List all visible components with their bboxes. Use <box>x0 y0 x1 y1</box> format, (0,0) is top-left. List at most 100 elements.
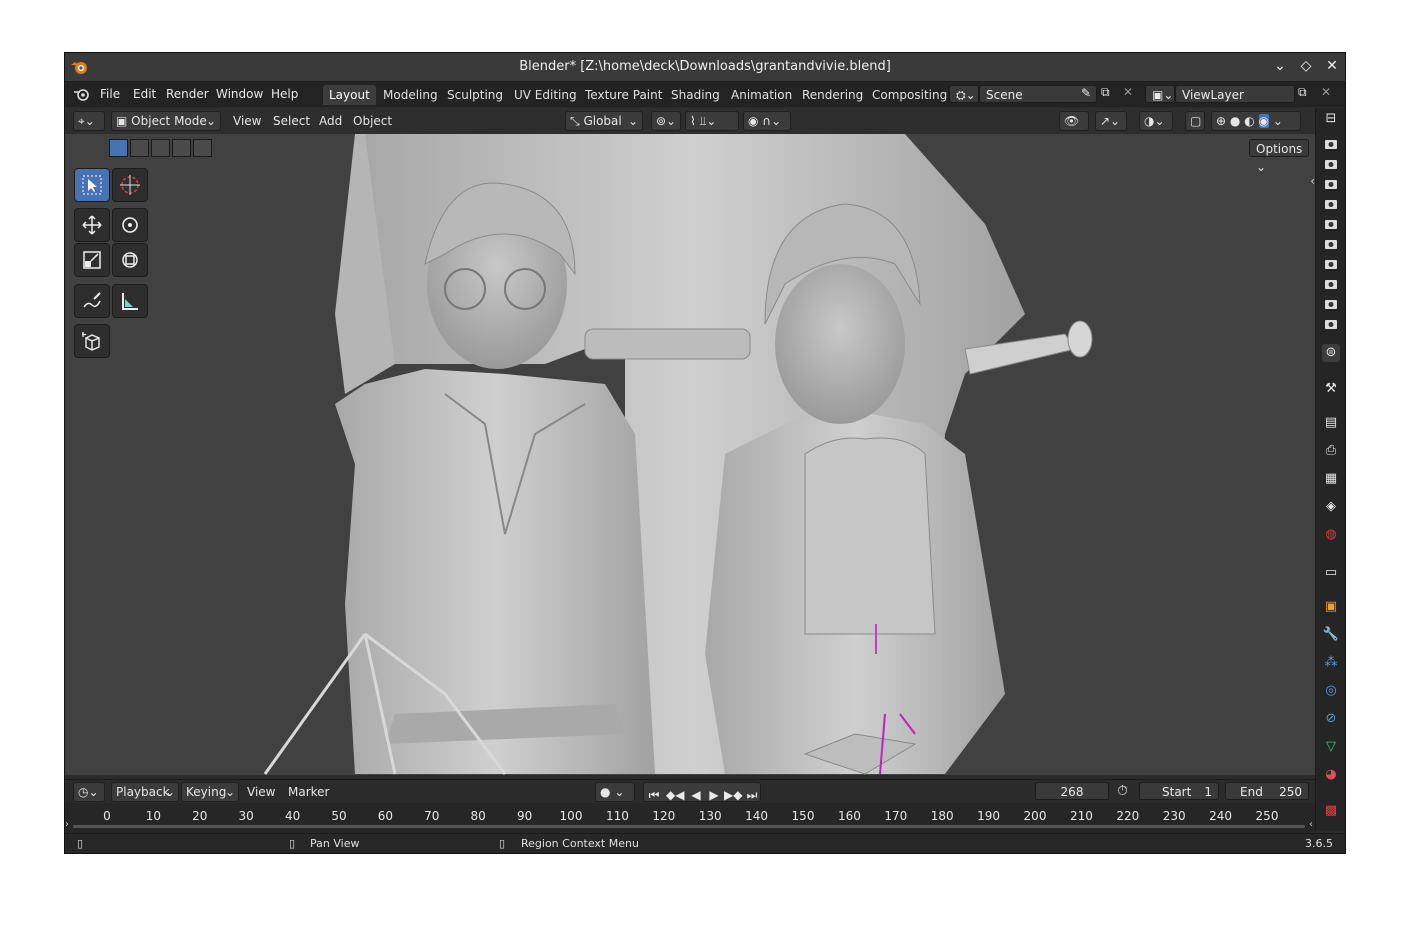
menu-render[interactable]: Render <box>166 87 209 101</box>
gizmo-toggle[interactable]: ↗⌄ <box>1095 111 1127 131</box>
orientation-dropdown[interactable]: ⤡ Global ⌄ <box>565 111 643 131</box>
timeline-scrollbar[interactable] <box>73 825 1305 828</box>
snap-dropdown[interactable]: ⌇ ⫫⌄ <box>685 111 739 131</box>
jump-start-icon[interactable]: ⏮ <box>646 787 662 803</box>
select-invert-icon[interactable] <box>172 139 191 157</box>
menu-file[interactable]: File <box>100 87 120 101</box>
select-new-icon[interactable] <box>109 139 128 157</box>
tab-shading[interactable]: Shading <box>665 85 726 105</box>
camera-icon[interactable] <box>1325 178 1337 189</box>
viewlayer-selector-button[interactable]: ▣⌄ <box>1145 85 1175 103</box>
close-icon[interactable]: ✕ <box>1325 58 1339 74</box>
particles-tab-icon[interactable]: ⁂ <box>1322 654 1340 672</box>
select-intersect-icon[interactable] <box>193 139 212 157</box>
tab-compositing[interactable]: Compositing <box>866 85 953 105</box>
measure-tool[interactable] <box>112 284 148 318</box>
annotate-tool[interactable] <box>74 284 110 318</box>
material-shading-icon[interactable]: ◐ <box>1244 114 1254 128</box>
chevron-down-icon[interactable]: ⌄ <box>1273 114 1283 128</box>
tab-rendering[interactable]: Rendering <box>796 85 869 105</box>
new-viewlayer-icon[interactable]: ⧉ <box>1298 85 1307 100</box>
menu-view[interactable]: View <box>233 114 261 128</box>
object-tab-icon[interactable]: ▣ <box>1322 598 1340 616</box>
tab-uv-editing[interactable]: UV Editing <box>508 85 583 105</box>
collection-tab-icon[interactable]: ▭ <box>1322 564 1340 582</box>
current-frame-field[interactable]: 268 <box>1035 782 1109 800</box>
transform-tool[interactable] <box>112 243 148 277</box>
menu-add[interactable]: Add <box>319 114 342 128</box>
start-frame-field[interactable]: Start 1 <box>1139 782 1219 800</box>
xray-toggle[interactable]: ▢ <box>1185 111 1205 131</box>
data-tab-icon[interactable]: ▽ <box>1322 738 1340 756</box>
play-icon[interactable]: ▶ <box>706 787 722 803</box>
render-tab-icon[interactable]: ▤ <box>1322 414 1340 432</box>
tab-layout[interactable]: Layout <box>323 85 376 105</box>
timeline-menu-view[interactable]: View <box>247 785 275 799</box>
menu-help[interactable]: Help <box>271 87 298 101</box>
modifier-tab-icon[interactable]: 🔧 <box>1322 626 1340 644</box>
delete-viewlayer-icon[interactable]: ✕ <box>1321 85 1331 99</box>
tab-sculpting[interactable]: Sculpting <box>441 85 509 105</box>
tab-texture-paint[interactable]: Texture Paint <box>579 85 668 105</box>
visibility-dropdown[interactable]: 👁⌄ <box>1059 111 1089 146</box>
blender-menu-icon[interactable] <box>73 86 91 102</box>
camera-icon[interactable] <box>1325 298 1337 309</box>
end-frame-field[interactable]: End 250 <box>1225 782 1309 800</box>
pin-icon[interactable]: ✎ <box>1081 86 1091 100</box>
pivot-dropdown[interactable]: ⊚⌄ <box>651 111 681 131</box>
maximize-icon[interactable]: ◇ <box>1299 58 1313 74</box>
world-tab-icon[interactable]: ◍ <box>1322 526 1340 544</box>
prev-keyframe-icon[interactable]: ◆◀ <box>666 787 684 803</box>
scroll-right-icon[interactable]: ‹ <box>1309 819 1313 830</box>
tab-animation[interactable]: Animation <box>725 85 798 105</box>
camera-icon[interactable] <box>1325 138 1337 149</box>
timeline-ruler[interactable]: › ‹ 0 10 20 30 40 50 60 70 80 90 100 110 120 130 140 15… <box>65 803 1315 833</box>
delete-scene-icon[interactable]: ✕ <box>1123 85 1133 99</box>
scene-selector-button[interactable]: ⛭⌄ <box>949 85 979 103</box>
playback-menu[interactable]: Playback ⌄ <box>111 782 179 802</box>
material-tab-icon[interactable]: ◕ <box>1322 766 1340 784</box>
wireframe-shading-icon[interactable]: ⊕ <box>1216 114 1226 128</box>
camera-icon[interactable] <box>1325 218 1337 229</box>
scroll-left-icon[interactable]: › <box>65 819 69 830</box>
overlays-toggle[interactable]: ◑⌄ <box>1139 111 1173 131</box>
camera-icon[interactable] <box>1325 278 1337 289</box>
mode-dropdown[interactable]: ▣ Object Mode ⌄ <box>111 111 221 131</box>
3d-viewport[interactable]: Options ⌄ ‹ <box>65 134 1315 775</box>
rendered-shading-icon[interactable]: ◉ <box>1258 114 1269 128</box>
jump-end-icon[interactable]: ⏭ <box>744 787 760 803</box>
select-box-tool[interactable] <box>74 168 110 202</box>
auto-keying-toggle[interactable]: ● ⌄ <box>595 782 635 802</box>
tab-modeling[interactable]: Modeling <box>377 85 444 105</box>
menu-window[interactable]: Window <box>216 87 263 101</box>
output-tab-icon[interactable]: ⎙ <box>1322 442 1340 460</box>
texture-tab-icon[interactable]: ▩ <box>1322 802 1340 820</box>
next-keyframe-icon[interactable]: ▶◆ <box>724 787 742 803</box>
stopwatch-icon[interactable]: ⏱ <box>1117 783 1128 799</box>
viewlayer-name-field[interactable]: ViewLayer <box>1175 85 1295 103</box>
camera-icon[interactable] <box>1325 238 1337 249</box>
scene-tab-icon[interactable]: ◈ <box>1322 498 1340 516</box>
scale-tool[interactable] <box>74 243 110 277</box>
add-cube-tool[interactable] <box>74 324 110 358</box>
menu-select[interactable]: Select <box>273 114 310 128</box>
options-dropdown[interactable]: Options ⌄ <box>1249 139 1309 174</box>
view-layer-tab-icon[interactable]: ▦ <box>1322 470 1340 488</box>
camera-icon[interactable] <box>1325 258 1337 269</box>
proportional-edit-dropdown[interactable]: ◉ ∩⌄ <box>743 111 791 131</box>
rotate-tool[interactable] <box>112 208 148 242</box>
timeline-menu-marker[interactable]: Marker <box>288 785 329 799</box>
camera-icon[interactable] <box>1325 158 1337 169</box>
tool-tab-icon[interactable]: ⚒ <box>1322 380 1340 398</box>
move-tool[interactable] <box>74 208 110 242</box>
menu-edit[interactable]: Edit <box>133 87 156 101</box>
play-reverse-icon[interactable]: ◀ <box>688 787 704 803</box>
camera-icon[interactable] <box>1325 198 1337 209</box>
chevron-down-icon[interactable]: ⌄ <box>1273 58 1287 74</box>
tool-settings-tab-icon[interactable]: ⊜ <box>1322 344 1340 362</box>
timeline-editor-type[interactable]: ◷⌄ <box>73 782 105 802</box>
select-subtract-icon[interactable] <box>151 139 170 157</box>
camera-icon[interactable] <box>1325 318 1337 329</box>
new-scene-icon[interactable]: ⧉ <box>1101 85 1110 100</box>
keying-menu[interactable]: Keying ⌄ <box>181 782 239 802</box>
